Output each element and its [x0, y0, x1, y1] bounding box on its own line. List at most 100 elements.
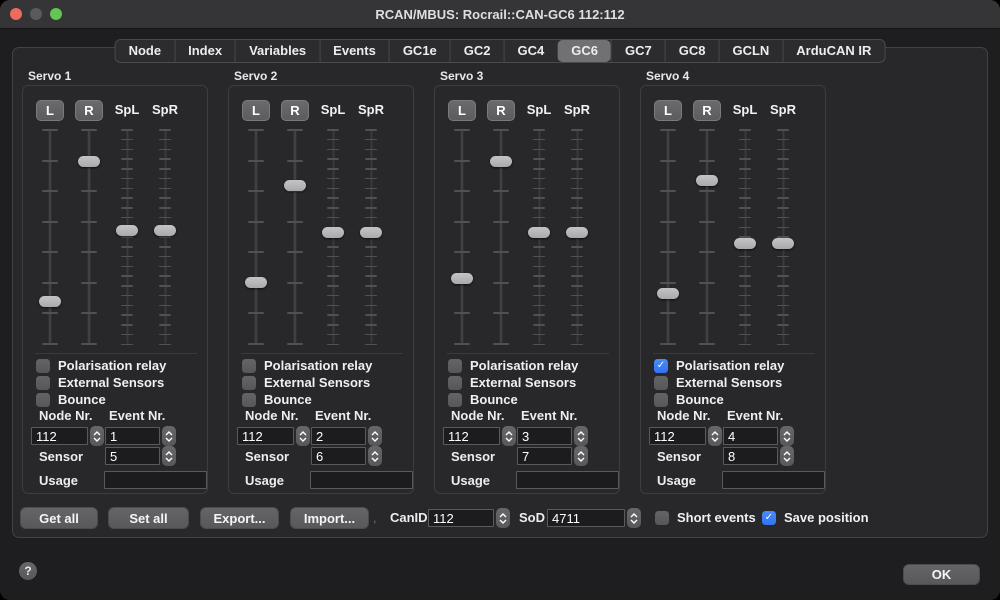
- slider-thumb[interactable]: [734, 238, 756, 249]
- servo-2-checkbox-polarisation-relay[interactable]: [242, 359, 256, 373]
- servo-2-slider-spr[interactable]: [360, 129, 382, 345]
- slider-thumb[interactable]: [696, 175, 718, 186]
- slider-thumb[interactable]: [322, 227, 344, 238]
- servo-3-r-toggle-button[interactable]: R: [487, 100, 515, 121]
- servo-2-node-nr-field[interactable]: [237, 427, 294, 445]
- servo-2-event-nr-stepper[interactable]: [368, 426, 382, 446]
- servo-1-event-nr-field[interactable]: [105, 427, 160, 445]
- tab-gc2[interactable]: GC2: [450, 40, 504, 62]
- set-all-button[interactable]: Set all: [108, 507, 189, 529]
- servo-4-slider-l[interactable]: [657, 129, 679, 345]
- tab-gc1e[interactable]: GC1e: [389, 40, 450, 62]
- servo-2-checkbox-external-sensors[interactable]: [242, 376, 256, 390]
- servo-2-node-nr-stepper[interactable]: [296, 426, 310, 446]
- close-icon[interactable]: [10, 8, 22, 20]
- servo-2-slider-l[interactable]: [245, 129, 267, 345]
- servo-4-checkbox-external-sensors[interactable]: [654, 376, 668, 390]
- servo-1-checkbox-polarisation-relay[interactable]: [36, 359, 50, 373]
- servo-3-event-nr-stepper[interactable]: [574, 426, 588, 446]
- tab-arducan-ir[interactable]: ArduCAN IR: [782, 40, 884, 62]
- toolbar-checkbox-save-position[interactable]: ✓: [762, 511, 776, 525]
- servo-3-slider-spr[interactable]: [566, 129, 588, 345]
- tab-gc8[interactable]: GC8: [665, 40, 719, 62]
- slider-thumb[interactable]: [528, 227, 550, 238]
- canid-field[interactable]: [428, 509, 494, 527]
- servo-1-l-toggle-button[interactable]: L: [36, 100, 64, 121]
- servo-3-checkbox-polarisation-relay[interactable]: [448, 359, 462, 373]
- slider-thumb[interactable]: [284, 180, 306, 191]
- servo-4-r-toggle-button[interactable]: R: [693, 100, 721, 121]
- servo-1-checkbox-external-sensors[interactable]: [36, 376, 50, 390]
- import-button[interactable]: Import...: [290, 507, 369, 529]
- servo-4-sensor-stepper[interactable]: [780, 446, 794, 466]
- tab-gc4[interactable]: GC4: [504, 40, 558, 62]
- servo-4-node-nr-stepper[interactable]: [708, 426, 722, 446]
- tab-variables[interactable]: Variables: [235, 40, 319, 62]
- slider-thumb[interactable]: [154, 225, 176, 236]
- servo-1-node-nr-stepper[interactable]: [90, 426, 104, 446]
- slider-thumb[interactable]: [39, 296, 61, 307]
- servo-3-checkbox-external-sensors[interactable]: [448, 376, 462, 390]
- title-bar[interactable]: RCAN/MBUS: Rocrail::CAN-GC6 112:112: [0, 0, 1000, 29]
- servo-1-usage-field[interactable]: [104, 471, 207, 489]
- servo-4-checkbox-bounce[interactable]: [654, 393, 668, 407]
- servo-3-slider-spl[interactable]: [528, 129, 550, 345]
- servo-4-sensor-field[interactable]: [723, 447, 778, 465]
- servo-4-node-nr-field[interactable]: [649, 427, 706, 445]
- servo-4-event-nr-field[interactable]: [723, 427, 778, 445]
- slider-thumb[interactable]: [566, 227, 588, 238]
- tab-node[interactable]: Node: [116, 40, 175, 62]
- servo-4-usage-field[interactable]: [722, 471, 825, 489]
- servo-4-slider-r[interactable]: [696, 129, 718, 345]
- slider-thumb[interactable]: [451, 273, 473, 284]
- servo-1-node-nr-field[interactable]: [31, 427, 88, 445]
- sod-field[interactable]: [547, 509, 625, 527]
- servo-1-slider-l[interactable]: [39, 129, 61, 345]
- servo-1-slider-r[interactable]: [78, 129, 100, 345]
- servo-4-event-nr-stepper[interactable]: [780, 426, 794, 446]
- servo-2-r-toggle-button[interactable]: R: [281, 100, 309, 121]
- servo-2-checkbox-bounce[interactable]: [242, 393, 256, 407]
- servo-2-slider-r[interactable]: [284, 129, 306, 345]
- tab-gc6[interactable]: GC6: [557, 40, 611, 62]
- servo-2-sensor-stepper[interactable]: [368, 446, 382, 466]
- servo-3-l-toggle-button[interactable]: L: [448, 100, 476, 121]
- export-button[interactable]: Export...: [200, 507, 279, 529]
- servo-3-node-nr-stepper[interactable]: [502, 426, 516, 446]
- slider-thumb[interactable]: [116, 225, 138, 236]
- servo-3-sensor-field[interactable]: [517, 447, 572, 465]
- servo-1-r-toggle-button[interactable]: R: [75, 100, 103, 121]
- slider-thumb[interactable]: [657, 288, 679, 299]
- servo-1-sensor-stepper[interactable]: [162, 446, 176, 466]
- servo-2-l-toggle-button[interactable]: L: [242, 100, 270, 121]
- servo-3-usage-field[interactable]: [516, 471, 619, 489]
- zoom-icon[interactable]: [50, 8, 62, 20]
- slider-thumb[interactable]: [360, 227, 382, 238]
- servo-4-checkbox-polarisation-relay[interactable]: ✓: [654, 359, 668, 373]
- slider-thumb[interactable]: [245, 277, 267, 288]
- slider-thumb[interactable]: [78, 156, 100, 167]
- servo-3-checkbox-bounce[interactable]: [448, 393, 462, 407]
- servo-2-sensor-field[interactable]: [311, 447, 366, 465]
- slider-thumb[interactable]: [772, 238, 794, 249]
- servo-3-node-nr-field[interactable]: [443, 427, 500, 445]
- tab-gc7[interactable]: GC7: [611, 40, 665, 62]
- servo-2-event-nr-field[interactable]: [311, 427, 366, 445]
- servo-3-slider-r[interactable]: [490, 129, 512, 345]
- servo-3-event-nr-field[interactable]: [517, 427, 572, 445]
- servo-1-slider-spl[interactable]: [116, 129, 138, 345]
- servo-1-checkbox-bounce[interactable]: [36, 393, 50, 407]
- servo-1-event-nr-stepper[interactable]: [162, 426, 176, 446]
- sod-stepper[interactable]: [627, 508, 641, 528]
- servo-4-slider-spl[interactable]: [734, 129, 756, 345]
- minimize-icon[interactable]: [30, 8, 42, 20]
- servo-3-sensor-stepper[interactable]: [574, 446, 588, 466]
- servo-1-slider-spr[interactable]: [154, 129, 176, 345]
- ok-button[interactable]: OK: [903, 564, 980, 585]
- get-all-button[interactable]: Get all: [20, 507, 98, 529]
- servo-4-l-toggle-button[interactable]: L: [654, 100, 682, 121]
- tab-events[interactable]: Events: [319, 40, 389, 62]
- servo-2-slider-spl[interactable]: [322, 129, 344, 345]
- canid-stepper[interactable]: [496, 508, 510, 528]
- servo-4-slider-spr[interactable]: [772, 129, 794, 345]
